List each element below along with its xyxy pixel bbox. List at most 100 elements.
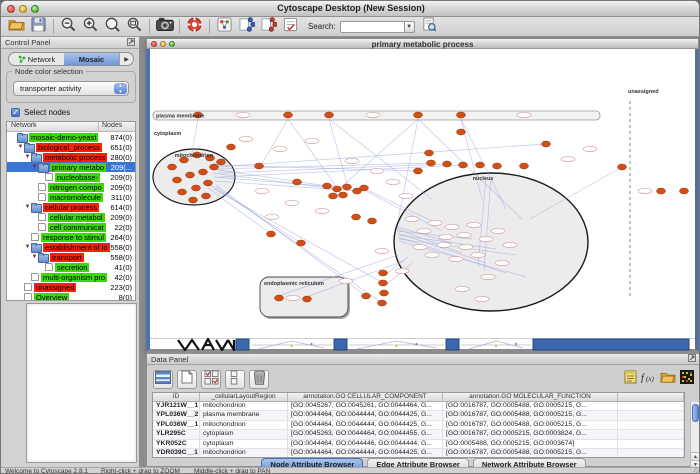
network-node[interactable] bbox=[657, 188, 666, 194]
tab-overflow-arrow[interactable]: ▶ bbox=[119, 53, 133, 65]
tree-row[interactable]: secretion41(0) bbox=[7, 262, 135, 272]
network-node[interactable] bbox=[297, 240, 306, 246]
network-node[interactable] bbox=[378, 300, 387, 306]
tree-col-nodes[interactable]: Nodes bbox=[99, 122, 135, 131]
network-node[interactable] bbox=[459, 162, 468, 168]
network-node[interactable] bbox=[199, 169, 208, 175]
tree-row[interactable]: cellular metabol209(0) bbox=[7, 212, 135, 222]
network-node[interactable] bbox=[379, 280, 388, 286]
search-dropdown-arrow[interactable]: ▼ bbox=[404, 21, 415, 33]
tree-row[interactable]: ▼metabolic process280(0) bbox=[7, 152, 135, 162]
network-node[interactable] bbox=[204, 180, 213, 186]
select-nodes-checkbox[interactable]: ✓ bbox=[11, 108, 20, 117]
network-node[interactable] bbox=[443, 161, 452, 167]
expand-arrow-icon[interactable]: ▼ bbox=[24, 204, 31, 210]
network-node[interactable] bbox=[520, 163, 529, 169]
table-row[interactable]: YJR121W__1mitochondrion[GO:0045267, GO:0… bbox=[153, 402, 684, 411]
network-node[interactable] bbox=[227, 144, 236, 150]
tree-row[interactable]: ▼biological_process651(0) bbox=[7, 142, 135, 152]
layout-red-button[interactable] bbox=[259, 18, 278, 35]
network-node[interactable] bbox=[493, 163, 502, 169]
network-node[interactable] bbox=[255, 163, 264, 169]
unselect-attributes-button[interactable] bbox=[225, 370, 245, 389]
network-node[interactable] bbox=[380, 290, 389, 296]
expand-arrow-icon[interactable]: ▼ bbox=[17, 144, 24, 150]
tree-row[interactable]: multi-organism pro42(0) bbox=[7, 272, 135, 282]
network-node[interactable] bbox=[325, 112, 334, 118]
scrollbar-thumb[interactable] bbox=[692, 404, 699, 422]
network-node[interactable] bbox=[339, 192, 348, 198]
search-input[interactable] bbox=[340, 21, 404, 33]
network-node[interactable] bbox=[542, 141, 551, 147]
save-button[interactable] bbox=[29, 18, 48, 35]
network-node[interactable] bbox=[457, 112, 466, 118]
table-row[interactable]: YPL036W__2plasma membrane[GO:0044464, GO… bbox=[153, 411, 684, 420]
tree-row[interactable]: response to stimul264(0) bbox=[7, 232, 135, 242]
network-node[interactable] bbox=[360, 185, 369, 191]
network-node[interactable] bbox=[414, 112, 423, 118]
import-button[interactable] bbox=[660, 370, 676, 389]
network-canvas[interactable]: plasma membranecytoplasmmitochondrionnuc… bbox=[146, 49, 699, 338]
expand-arrow-icon[interactable]: ▼ bbox=[31, 254, 38, 260]
tree-row[interactable]: cell communicat22(0) bbox=[7, 222, 135, 232]
network-node[interactable] bbox=[186, 172, 195, 178]
node-color-dropdown[interactable]: transporter activity ▲▼ bbox=[13, 81, 129, 96]
table-column-header[interactable]: annotation.GO CELLULAR_COMPONENT bbox=[288, 393, 443, 401]
snapshot-button[interactable] bbox=[155, 18, 174, 35]
expand-arrow-icon[interactable]: ▼ bbox=[31, 164, 38, 170]
table-row[interactable]: YLR295Ccytoplasm[GO:0045263, GO:0044464,… bbox=[153, 430, 684, 439]
table-column-header[interactable]: annotation.GO MOLECULAR_FUNCTION bbox=[443, 393, 618, 401]
resize-grip[interactable] bbox=[693, 467, 700, 474]
table-column-header[interactable]: ID bbox=[153, 393, 200, 401]
table-row[interactable]: YKR052Ccytoplasm[GO:0044464, GO:0044446,… bbox=[153, 440, 684, 449]
network-node[interactable] bbox=[425, 150, 434, 156]
tree-row[interactable]: Overview8(0) bbox=[7, 292, 135, 301]
attribute-table-button[interactable] bbox=[153, 370, 173, 389]
select-attributes-button[interactable] bbox=[201, 370, 221, 389]
network-node[interactable] bbox=[210, 164, 219, 170]
network-node[interactable] bbox=[414, 168, 423, 174]
network-node[interactable] bbox=[267, 231, 276, 237]
network-node[interactable] bbox=[178, 189, 187, 195]
tree-row[interactable]: nitrogen compo209(0) bbox=[7, 182, 135, 192]
network-node[interactable] bbox=[343, 184, 352, 190]
search-settings-button[interactable] bbox=[420, 18, 439, 35]
tree-row[interactable]: macromolecule311(0) bbox=[7, 192, 135, 202]
function-button[interactable]: f(x) bbox=[641, 370, 656, 389]
network-node[interactable] bbox=[189, 197, 198, 203]
float-panel-icon[interactable] bbox=[688, 354, 696, 364]
table-column-header[interactable] bbox=[618, 393, 684, 401]
layout-blue-button[interactable] bbox=[237, 18, 256, 35]
table-column-header[interactable]: _cellularLayoutRegion bbox=[200, 393, 288, 401]
network-node[interactable] bbox=[457, 129, 466, 135]
zoom-selected-button[interactable] bbox=[103, 18, 122, 35]
table-row[interactable]: YPL036W__1mitochondrion[GO:0044464, GO:0… bbox=[153, 421, 684, 430]
tree-row[interactable]: ▼cellular process614(0) bbox=[7, 202, 135, 212]
zoom-out-button[interactable] bbox=[59, 18, 78, 35]
expand-arrow-icon[interactable]: ▼ bbox=[24, 154, 31, 160]
network-overview-button[interactable] bbox=[215, 18, 234, 35]
network-node[interactable] bbox=[427, 160, 436, 166]
tree-row[interactable]: nucleobase-209(0) bbox=[7, 172, 135, 182]
delete-attribute-button[interactable] bbox=[249, 370, 269, 389]
network-canvas-bottom-strip[interactable] bbox=[146, 338, 699, 351]
network-node[interactable] bbox=[368, 218, 377, 224]
network-node[interactable] bbox=[192, 185, 201, 191]
network-node[interactable] bbox=[217, 159, 226, 165]
float-panel-icon[interactable] bbox=[127, 38, 135, 48]
network-node[interactable] bbox=[284, 112, 293, 118]
new-attribute-button[interactable] bbox=[177, 370, 197, 389]
tree-row[interactable]: ▼primary metabo209(... bbox=[7, 162, 135, 172]
network-node[interactable] bbox=[352, 214, 361, 220]
table-row[interactable]: YDR039C__1mitochondrion[GO:0044464, GO:0… bbox=[153, 449, 684, 458]
tree-row[interactable]: ▼establishment of lo558(0) bbox=[7, 242, 135, 252]
zoom-in-button[interactable] bbox=[81, 18, 100, 35]
network-node[interactable] bbox=[202, 193, 211, 199]
tree-row[interactable]: mosaic-demo-yeast874(0) bbox=[7, 132, 135, 142]
notes-button[interactable] bbox=[624, 370, 637, 389]
help-button[interactable] bbox=[185, 18, 204, 35]
network-node[interactable] bbox=[379, 270, 388, 276]
matrix-button[interactable] bbox=[680, 370, 694, 389]
network-node[interactable] bbox=[293, 179, 302, 185]
tab-network[interactable]: Network bbox=[9, 53, 64, 65]
